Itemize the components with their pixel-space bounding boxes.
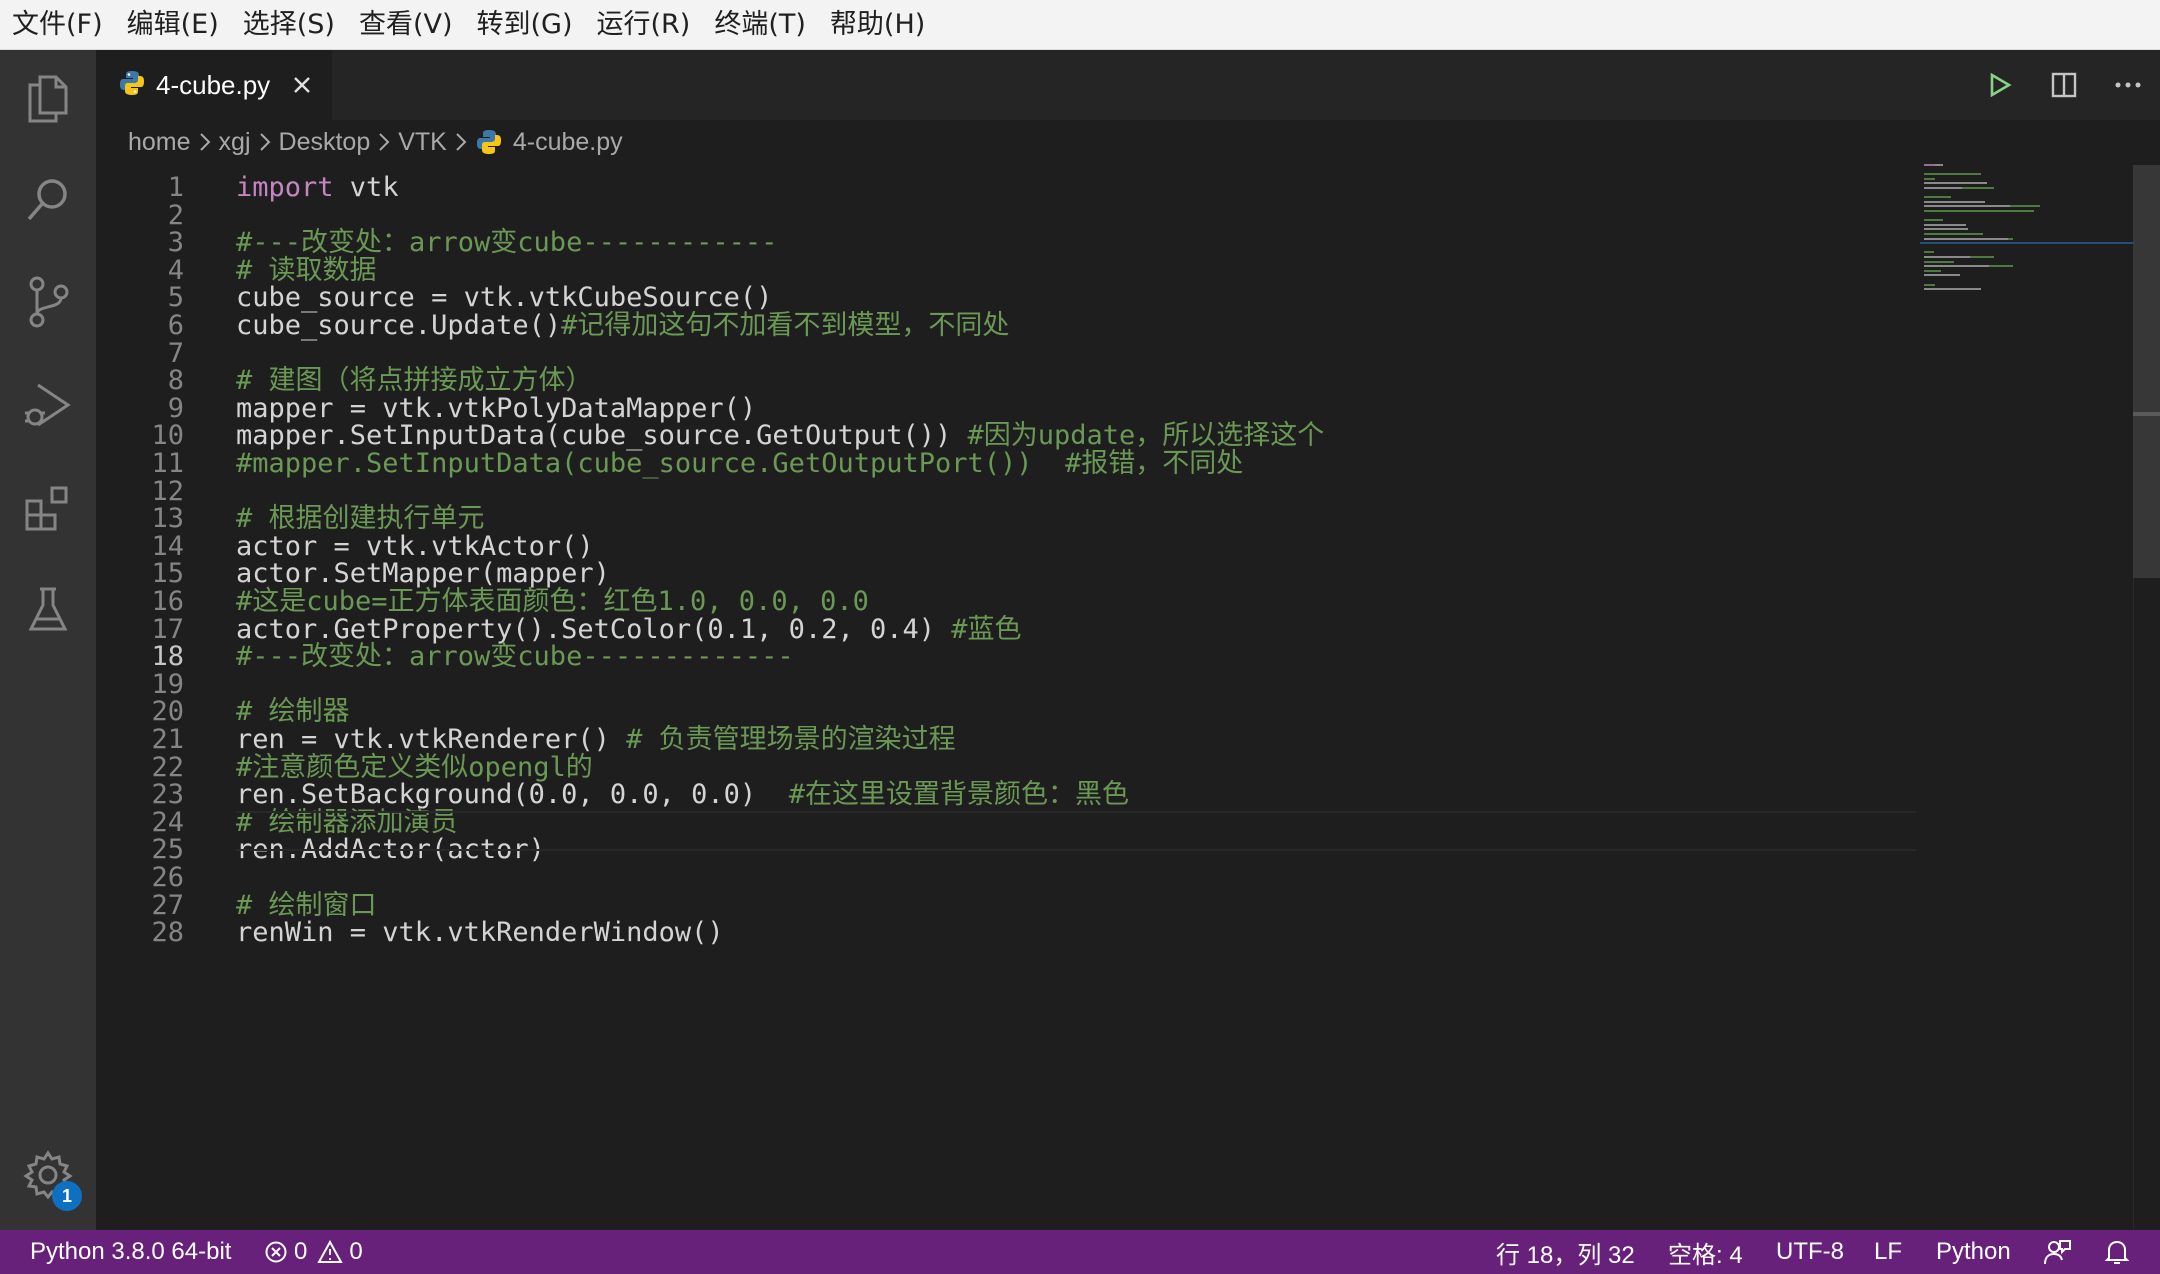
menu-view[interactable]: 查看(V) — [347, 0, 465, 49]
error-count: 0 — [294, 1238, 308, 1265]
notification-badge: 1 — [52, 1181, 82, 1211]
minimap-cursor-line — [1920, 242, 2135, 245]
minimap-line — [1924, 283, 1936, 286]
menu-file[interactable]: 文件(F) — [0, 0, 115, 49]
minimap-line — [1924, 274, 1961, 277]
error-icon — [264, 1240, 288, 1264]
minimap-line — [1924, 196, 1951, 199]
current-line-highlight — [236, 811, 1916, 851]
python-file-icon — [118, 69, 146, 101]
tab-bar: 4-cube.py — [96, 50, 2160, 120]
minimap-line — [1924, 265, 1989, 268]
menu-run[interactable]: 运行(R) — [585, 0, 703, 49]
minimap-line — [1924, 237, 2008, 240]
minimap-line — [1924, 260, 1955, 263]
notifications-bell-icon[interactable] — [2104, 1230, 2130, 1274]
warning-icon — [317, 1240, 344, 1264]
breadcrumb-file[interactable]: 4-cube.py — [513, 128, 623, 157]
menu-selection[interactable]: 选择(S) — [231, 0, 347, 49]
testing-icon[interactable] — [18, 580, 78, 640]
tab-label: 4-cube.py — [156, 69, 271, 100]
breadcrumb: home xgj Desktop VTK 4-cube.py — [128, 120, 623, 164]
search-icon[interactable] — [18, 170, 78, 230]
problems-indicator[interactable]: 0 0 — [264, 1230, 363, 1274]
language-mode[interactable]: Python — [1936, 1230, 2011, 1274]
source-control-icon[interactable] — [18, 272, 78, 332]
breadcrumb-desktop[interactable]: Desktop — [279, 128, 371, 157]
minimap-line — [1924, 251, 1934, 254]
menu-edit[interactable]: 编辑(E) — [115, 0, 231, 49]
minimap-line — [1935, 164, 1943, 166]
menu-help[interactable]: 帮助(H) — [818, 0, 937, 49]
minimap-line — [1924, 223, 1966, 226]
minimap-line — [1924, 205, 2010, 208]
python-file-icon — [475, 128, 503, 156]
tab-4-cube-py[interactable]: 4-cube.py — [96, 50, 332, 120]
run-debug-icon[interactable] — [18, 375, 78, 435]
menu-bar: 文件(F) 编辑(E) 选择(S) 查看(V) 转到(G) 运行(R) 终端(T… — [0, 0, 2160, 50]
settings-gear-icon[interactable]: 1 — [18, 1145, 82, 1211]
warning-count: 0 — [349, 1238, 363, 1265]
breadcrumb-xgj[interactable]: xgj — [219, 128, 251, 157]
feedback-icon[interactable] — [2042, 1230, 2072, 1274]
chevron-right-icon — [455, 132, 467, 152]
code-token: renWin = vtk.vtkRenderWindow() — [236, 917, 724, 949]
minimap-line — [1924, 164, 1936, 166]
activity-bar: 1 — [0, 50, 96, 1230]
menu-go[interactable]: 转到(G) — [465, 0, 585, 49]
minimap-line — [1924, 233, 1983, 235]
files-icon[interactable] — [18, 68, 78, 128]
chevron-right-icon — [259, 132, 271, 152]
run-file-play-icon[interactable] — [1968, 50, 2032, 120]
line-number: 28 — [151, 917, 184, 949]
minimap-line — [1924, 256, 1970, 258]
minimap-line — [1924, 219, 1943, 222]
breadcrumb-vtk[interactable]: VTK — [398, 128, 447, 157]
code-text: renWin = vtk.vtkRenderWindow() — [236, 914, 724, 952]
minimap-line — [1924, 288, 1981, 291]
breadcrumb-home[interactable]: home — [128, 128, 191, 157]
cursor-position[interactable]: 行 18，列 32 — [1496, 1230, 1635, 1274]
scrollbar-cursor-marker — [2133, 412, 2160, 416]
scrollbar-thumb[interactable] — [2133, 165, 2160, 578]
minimap-line — [1969, 256, 1995, 258]
extensions-icon[interactable] — [18, 478, 78, 538]
minimap-line — [1962, 187, 1995, 189]
editor-actions — [1968, 50, 2160, 120]
chevron-right-icon — [378, 132, 390, 152]
minimap-line — [1924, 269, 1942, 272]
end-of-line[interactable]: LF — [1874, 1230, 1902, 1274]
minimap-line — [1924, 173, 1981, 176]
menu-terminal[interactable]: 终端(T) — [702, 0, 818, 49]
minimap-line — [2009, 205, 2040, 208]
minimap-line — [2007, 237, 2014, 240]
minimap-line — [1924, 187, 1962, 189]
split-editor-icon[interactable] — [2032, 50, 2096, 120]
encoding[interactable]: UTF-8 — [1776, 1230, 1844, 1274]
minimap-line — [1924, 210, 2035, 212]
code-editor[interactable]: 1 import vtk 2 3 #---改变处：arrow变cube---------… — [96, 165, 1916, 1230]
indentation[interactable]: 空格: 4 — [1668, 1230, 1743, 1274]
minimap-line — [1924, 182, 1987, 185]
code-line[interactable]: 28 renWin = vtk.vtkRenderWindow() — [96, 914, 1916, 952]
more-actions-icon[interactable] — [2096, 50, 2160, 120]
python-interpreter[interactable]: Python 3.8.0 64-bit — [30, 1230, 231, 1274]
close-icon[interactable] — [288, 71, 316, 99]
minimap-line — [1988, 265, 2014, 268]
minimap[interactable] — [1920, 160, 2135, 360]
minimap-line — [1924, 200, 1985, 203]
minimap-line — [1924, 177, 1936, 180]
chevron-right-icon — [199, 132, 211, 152]
status-bar: Python 3.8.0 64-bit 0 0 行 18，列 32 空格: 4 … — [0, 1230, 2160, 1274]
minimap-line — [1924, 228, 1968, 231]
